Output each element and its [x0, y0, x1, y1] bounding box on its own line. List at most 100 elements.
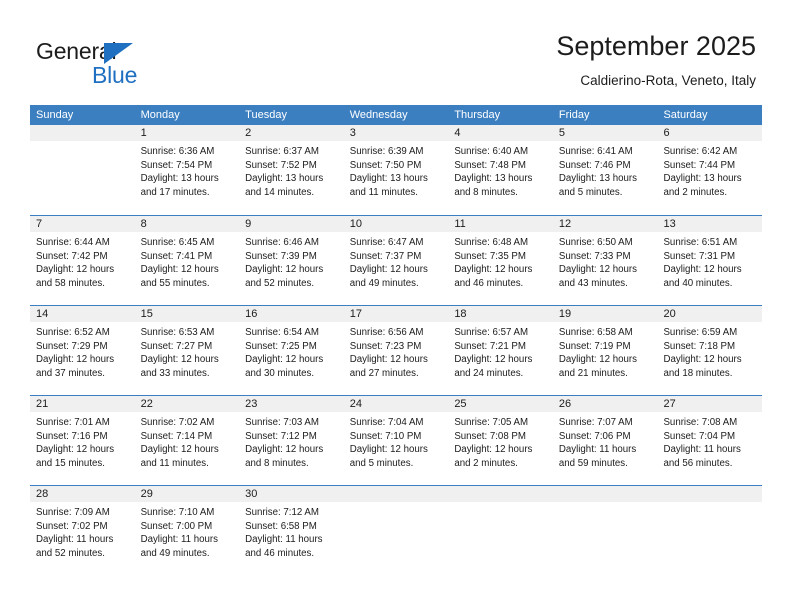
day-info-line: Sunrise: 6:41 AM — [558, 146, 633, 157]
calendar-day-cell-4[interactable]: 4 Sunrise: 6:40 AM Sunset: 7:48 PM Daylight… — [448, 125, 553, 215]
day-number-band — [657, 486, 763, 502]
weekday-header-tuesday: Tuesday — [245, 109, 287, 121]
calendar-day-cell-9[interactable]: 9 Sunrise: 6:46 AM Sunset: 7:39 PM Daylight… — [239, 216, 344, 305]
calendar-day-cell-26[interactable]: 26 Sunrise: 7:07 AM Sunset: 7:06 PM Dayligh… — [552, 396, 658, 485]
day-info-line: Sunrise: 6:56 AM — [349, 327, 424, 338]
day-info-line: Daylight: 12 hours — [454, 444, 533, 456]
calendar-day-cell-27[interactable]: 27 Sunrise: 7:08 AM Sunset: 7:04 PM Dayligh… — [657, 396, 763, 485]
day-info-line: Sunrise: 7:02 AM — [140, 417, 215, 428]
calendar-day-cell-24[interactable]: 24 Sunrise: 7:04 AM Sunset: 7:10 PM Dayligh… — [343, 396, 449, 485]
day-info-line: and 55 minutes. — [140, 277, 210, 289]
calendar-day-cell-22[interactable]: 22 Sunrise: 7:02 AM Sunset: 7:14 PM Dayligh… — [134, 396, 240, 485]
day-info-line: Daylight: 11 hours — [663, 444, 741, 456]
calendar-day-cell-17[interactable]: 17 Sunrise: 6:56 AM Sunset: 7:23 PM Dayligh… — [343, 306, 449, 395]
day-sun-info: Sunrise: 7:08 AM Sunset: 7:04 PM Daylight:… — [657, 412, 762, 470]
calendar-day-cell-21[interactable]: 21 Sunrise: 7:01 AM Sunset: 7:16 PM Dayligh… — [30, 396, 135, 485]
calendar-day-cell-15[interactable]: 15 Sunrise: 6:53 AM Sunset: 7:27 PM Dayligh… — [134, 306, 240, 395]
day-info-line: Sunrise: 6:37 AM — [245, 146, 319, 157]
day-sun-info: Sunrise: 7:12 AM Sunset: 6:58 PM Daylight:… — [239, 502, 344, 560]
calendar-week-row: 14 Sunrise: 6:52 AM Sunset: 7:29 PM Dayligh… — [30, 305, 763, 395]
calendar-day-cell-20[interactable]: 20 Sunrise: 6:59 AM Sunset: 7:18 PM Dayligh… — [657, 306, 763, 395]
day-info-line: and 37 minutes. — [36, 367, 105, 379]
calendar-day-cell-11[interactable]: 11 Sunrise: 6:48 AM Sunset: 7:35 PM Dayligh… — [448, 216, 553, 305]
day-info-line: Sunset: 7:00 PM — [140, 520, 213, 532]
calendar-day-cell-25[interactable]: 25 Sunrise: 7:05 AM Sunset: 7:08 PM Dayligh… — [448, 396, 553, 485]
calendar-day-cell-empty — [30, 125, 135, 215]
day-info-line: Daylight: 12 hours — [558, 354, 637, 366]
calendar-day-cell-16[interactable]: 16 Sunrise: 6:54 AM Sunset: 7:25 PM Dayligh… — [239, 306, 344, 395]
day-info-line: Sunrise: 6:54 AM — [245, 327, 319, 338]
day-info-line: Sunset: 7:21 PM — [454, 340, 526, 352]
day-number-band — [343, 125, 449, 141]
day-sun-info: Sunrise: 7:01 AM Sunset: 7:16 PM Daylight:… — [30, 412, 135, 470]
day-number-band — [134, 216, 240, 232]
day-info-line: and 2 minutes. — [454, 457, 518, 469]
day-info-line: Sunset: 7:14 PM — [140, 430, 213, 442]
day-info-line: Sunset: 7:41 PM — [140, 250, 213, 262]
calendar-day-cell-30[interactable]: 30 Sunrise: 7:12 AM Sunset: 6:58 PM Dayligh… — [239, 486, 344, 575]
day-number: 20 — [663, 308, 676, 320]
calendar-day-cell-5[interactable]: 5 Sunrise: 6:41 AM Sunset: 7:46 PM Daylight… — [552, 125, 658, 215]
day-info-line: and 18 minutes. — [663, 367, 733, 379]
day-info-line: Sunset: 7:19 PM — [558, 340, 631, 352]
page-header: General Blue September 2025 Caldierino-R… — [0, 28, 792, 98]
location-subtitle: Caldierino-Rota, Veneto, Italy — [580, 73, 756, 88]
day-info-line: Sunset: 7:06 PM — [558, 430, 631, 442]
day-info-line: Daylight: 11 hours — [36, 534, 114, 546]
day-info-line: Sunrise: 6:50 AM — [558, 237, 633, 248]
calendar-day-cell-12[interactable]: 12 Sunrise: 6:50 AM Sunset: 7:33 PM Dayligh… — [552, 216, 658, 305]
calendar-day-cell-10[interactable]: 10 Sunrise: 6:47 AM Sunset: 7:37 PM Dayligh… — [343, 216, 449, 305]
day-info-line: and 52 minutes. — [245, 277, 315, 289]
general-blue-logo[interactable]: General Blue — [36, 38, 186, 94]
day-sun-info: Sunrise: 6:51 AM Sunset: 7:31 PM Daylight:… — [657, 232, 762, 290]
calendar-day-cell-7[interactable]: 7 Sunrise: 6:44 AM Sunset: 7:42 PM Daylight… — [30, 216, 135, 305]
day-info-line: Sunrise: 6:58 AM — [558, 327, 633, 338]
day-info-line: and 46 minutes. — [245, 547, 315, 559]
day-number: 8 — [140, 218, 147, 230]
calendar-day-cell-13[interactable]: 13 Sunrise: 6:51 AM Sunset: 7:31 PM Dayligh… — [657, 216, 763, 305]
day-info-line: and 8 minutes. — [454, 186, 518, 198]
day-info-line: Daylight: 13 hours — [140, 173, 219, 185]
calendar-day-cell-14[interactable]: 14 Sunrise: 6:52 AM Sunset: 7:29 PM Dayligh… — [30, 306, 135, 395]
calendar-day-cell-29[interactable]: 29 Sunrise: 7:10 AM Sunset: 7:00 PM Dayligh… — [134, 486, 240, 575]
day-info-line: Daylight: 12 hours — [36, 264, 115, 276]
weekday-header-wednesday: Wednesday — [349, 109, 408, 121]
calendar-day-cell-6[interactable]: 6 Sunrise: 6:42 AM Sunset: 7:44 PM Daylight… — [657, 125, 763, 215]
calendar-day-cell-18[interactable]: 18 Sunrise: 6:57 AM Sunset: 7:21 PM Dayligh… — [448, 306, 553, 395]
day-number-band — [134, 125, 240, 141]
calendar-day-cell-8[interactable]: 8 Sunrise: 6:45 AM Sunset: 7:41 PM Daylight… — [134, 216, 240, 305]
calendar-day-cell-28[interactable]: 28 Sunrise: 7:09 AM Sunset: 7:02 PM Dayligh… — [30, 486, 135, 575]
day-number: 16 — [245, 308, 258, 320]
day-info-line: Sunrise: 7:05 AM — [454, 417, 529, 428]
day-info-line: Sunset: 7:04 PM — [663, 430, 736, 442]
calendar-day-cell-3[interactable]: 3 Sunrise: 6:39 AM Sunset: 7:50 PM Daylight… — [343, 125, 449, 215]
day-info-line: Daylight: 12 hours — [36, 444, 115, 456]
calendar-day-cell-empty — [343, 486, 449, 575]
day-number: 14 — [36, 308, 49, 320]
day-info-line: and 5 minutes. — [349, 457, 414, 469]
day-info-line: and 33 minutes. — [140, 367, 210, 379]
day-info-line: Sunrise: 7:09 AM — [36, 507, 110, 518]
day-info-line: Daylight: 12 hours — [140, 444, 219, 456]
day-number-band — [552, 125, 658, 141]
weekday-header-thursday: Thursday — [454, 109, 501, 121]
day-info-line: and 30 minutes. — [245, 367, 315, 379]
day-info-line: Sunset: 7:35 PM — [454, 250, 526, 262]
day-info-line: and 11 minutes. — [140, 457, 209, 469]
calendar-day-cell-1[interactable]: 1 Sunrise: 6:36 AM Sunset: 7:54 PM Daylight… — [134, 125, 240, 215]
day-number-band — [448, 125, 553, 141]
day-info-line: and 24 minutes. — [454, 367, 524, 379]
day-number: 10 — [349, 218, 362, 230]
calendar-day-cell-23[interactable]: 23 Sunrise: 7:03 AM Sunset: 7:12 PM Dayligh… — [239, 396, 344, 485]
calendar-day-cell-19[interactable]: 19 Sunrise: 6:58 AM Sunset: 7:19 PM Dayligh… — [552, 306, 658, 395]
day-info-line: and 11 minutes. — [349, 186, 418, 198]
calendar-week-row: 21 Sunrise: 7:01 AM Sunset: 7:16 PM Dayligh… — [30, 395, 763, 485]
day-info-line: Sunset: 7:27 PM — [140, 340, 213, 352]
day-sun-info: Sunrise: 6:39 AM Sunset: 7:50 PM Daylight:… — [344, 141, 449, 199]
calendar-day-cell-2[interactable]: 2 Sunrise: 6:37 AM Sunset: 7:52 PM Daylight… — [239, 125, 344, 215]
day-info-line: and 27 minutes. — [349, 367, 419, 379]
day-number: 4 — [454, 127, 461, 139]
day-info-line: Daylight: 13 hours — [454, 173, 533, 185]
day-number: 3 — [349, 127, 356, 139]
day-info-line: and 58 minutes. — [36, 277, 105, 289]
